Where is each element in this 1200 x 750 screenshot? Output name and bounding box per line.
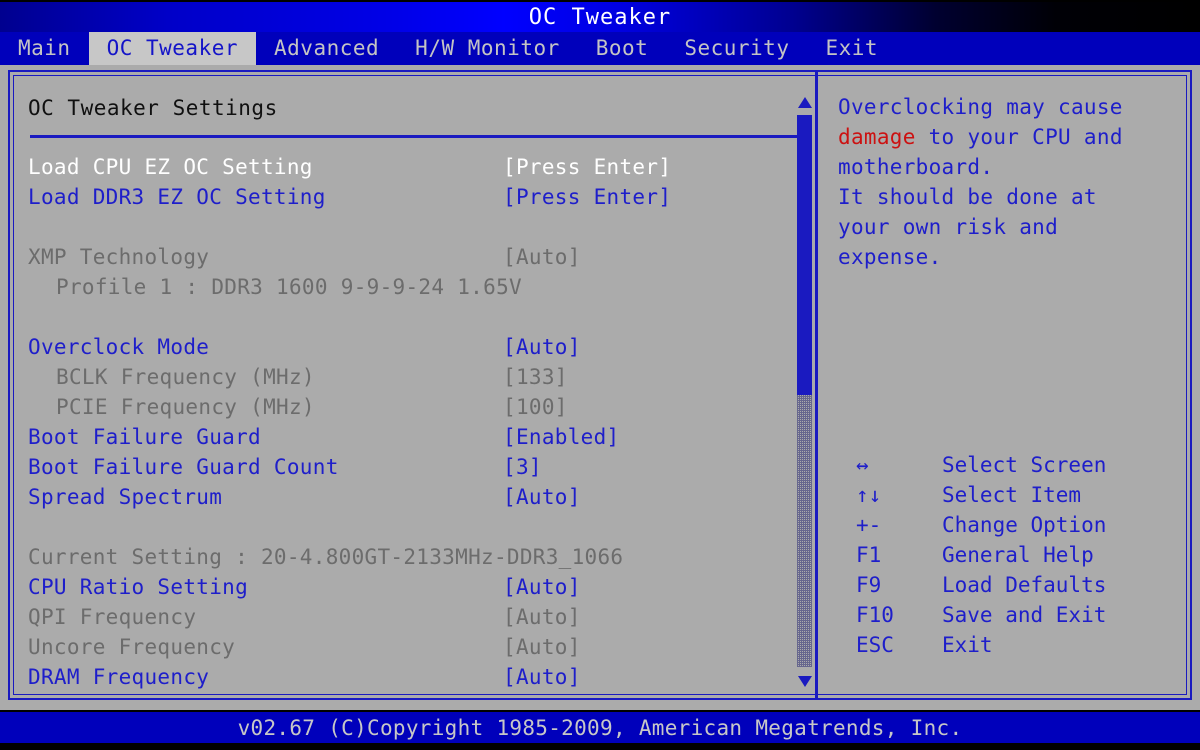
scroll-down-arrow-icon[interactable] (798, 676, 812, 687)
settings-row[interactable]: Uncore Frequency [Auto] (28, 632, 798, 662)
setting-label: DRAM Frequency (28, 665, 210, 689)
menu-bar[interactable]: Main OC Tweaker Advanced H/W Monitor Boot Sec… (0, 32, 1200, 65)
setting-value[interactable]: [Auto] (503, 572, 581, 602)
help-text-part-1: Overclocking may cause (838, 95, 1123, 119)
setting-label: Uncore Frequency (28, 635, 236, 659)
setting-value[interactable]: [Auto] (503, 482, 581, 512)
settings-row[interactable]: PCIE Frequency (MHz) [100] (28, 392, 798, 422)
key-legend-row: ESC Exit (838, 630, 1186, 660)
setting-value[interactable]: [Auto] (503, 632, 581, 662)
vertical-scrollbar[interactable] (797, 91, 813, 691)
settings-row[interactable]: Load CPU EZ OC Setting [Press Enter] (28, 152, 798, 182)
setting-label: Boot Failure Guard Count (28, 455, 339, 479)
key-description: Select Item (942, 483, 1082, 507)
setting-label: Load CPU EZ OC Setting (28, 155, 313, 179)
key-glyph: ESC (856, 633, 894, 657)
key-legend: ↔ Select Screen ↑↓ Select Item +- Change Opti… (838, 450, 1186, 660)
settings-row[interactable]: Spread Spectrum [Auto] (28, 482, 798, 512)
setting-value[interactable]: [Enabled] (503, 422, 620, 452)
key-description: Load Defaults (942, 573, 1107, 597)
setting-label: Load DDR3 EZ OC Setting (28, 185, 326, 209)
setting-value[interactable]: [Auto] (503, 662, 581, 692)
settings-row[interactable]: Boot Failure Guard Count [3] (28, 452, 798, 482)
settings-row[interactable]: BCLK Frequency (MHz) [133] (28, 362, 798, 392)
key-glyph: +- (856, 513, 882, 537)
tab-h-w-monitor[interactable]: H/W Monitor (397, 32, 578, 65)
key-glyph: F9 (856, 573, 882, 597)
key-description: Exit (942, 633, 993, 657)
setting-label: QPI Frequency (28, 605, 197, 629)
settings-row-spacer (28, 512, 798, 542)
tab-exit[interactable]: Exit (807, 32, 896, 65)
key-legend-row: F9 Load Defaults (838, 570, 1186, 600)
settings-row[interactable]: XMP Technology [Auto] (28, 242, 798, 272)
page-title: OC Tweaker Settings (28, 96, 278, 120)
setting-value[interactable]: [Auto] (503, 332, 581, 362)
settings-row[interactable]: Load DDR3 EZ OC Setting [Press Enter] (28, 182, 798, 212)
key-description: Change Option (942, 513, 1107, 537)
settings-pane: OC Tweaker Settings Load CPU EZ OC Setti… (14, 70, 809, 700)
title-separator (30, 135, 798, 138)
pane-divider (815, 70, 818, 700)
settings-row-spacer (28, 302, 798, 332)
setting-value[interactable]: [3] (503, 452, 542, 482)
tab-boot[interactable]: Boot (578, 32, 667, 65)
footer-bar: v02.67 (C)Copyright 1985-2009, American … (0, 712, 1200, 743)
key-legend-row: F1 General Help (838, 540, 1186, 570)
setting-label: Current Setting : 20-4.800GT-2133MHz-DDR… (28, 545, 624, 569)
help-pane: Overclocking may cause damage to your CP… (826, 70, 1186, 700)
setting-value[interactable]: [Press Enter] (503, 182, 671, 212)
help-text: Overclocking may cause damage to your CP… (838, 92, 1186, 272)
title-bar: OC Tweaker (0, 0, 1200, 32)
window-title: OC Tweaker (528, 5, 672, 30)
key-glyph: ↑↓ (856, 483, 882, 507)
settings-row-spacer (28, 212, 798, 242)
key-description: Save and Exit (942, 603, 1107, 627)
body-area: OC Tweaker Settings Load CPU EZ OC Setti… (0, 65, 1200, 710)
settings-row[interactable]: Boot Failure Guard [Enabled] (28, 422, 798, 452)
settings-row[interactable]: Overclock Mode [Auto] (28, 332, 798, 362)
tab-advanced[interactable]: Advanced (256, 32, 397, 65)
key-glyph: F10 (856, 603, 894, 627)
key-description: General Help (942, 543, 1094, 567)
settings-row[interactable]: DRAM Frequency [Auto] (28, 662, 798, 692)
settings-list[interactable]: Load CPU EZ OC Setting [Press Enter] Load … (28, 152, 798, 692)
help-text-warning-word: damage (838, 125, 916, 149)
tab-main[interactable]: Main (0, 32, 89, 65)
settings-row[interactable]: QPI Frequency [Auto] (28, 602, 798, 632)
key-legend-row: F10 Save and Exit (838, 600, 1186, 630)
scroll-up-arrow-icon[interactable] (798, 97, 812, 108)
setting-label: Boot Failure Guard (28, 425, 261, 449)
tab-oc-tweaker[interactable]: OC Tweaker (88, 32, 257, 65)
settings-row[interactable]: CPU Ratio Setting [Auto] (28, 572, 798, 602)
setting-value[interactable]: [Auto] (503, 602, 581, 632)
key-glyph: ↔ (856, 453, 869, 477)
settings-row[interactable]: Current Setting : 20-4.800GT-2133MHz-DDR… (28, 542, 798, 572)
setting-label: Spread Spectrum (28, 485, 223, 509)
copyright-text: v02.67 (C)Copyright 1985-2009, American … (237, 716, 963, 740)
key-legend-row: ↑↓ Select Item (838, 480, 1186, 510)
key-glyph: F1 (856, 543, 882, 567)
key-legend-row: +- Change Option (838, 510, 1186, 540)
key-legend-row: ↔ Select Screen (838, 450, 1186, 480)
settings-row[interactable]: Profile 1 : DDR3 1600 9-9-9-24 1.65V (28, 272, 798, 302)
setting-label: CPU Ratio Setting (28, 575, 249, 599)
setting-value[interactable]: [Press Enter] (503, 152, 671, 182)
bios-screen: OC Tweaker Main OC Tweaker Advanced H/W Mon… (0, 0, 1200, 750)
setting-label: Profile 1 : DDR3 1600 9-9-9-24 1.65V (56, 275, 522, 299)
setting-value[interactable]: [100] (503, 392, 568, 422)
setting-label: XMP Technology (28, 245, 210, 269)
setting-label: PCIE Frequency (MHz) (56, 395, 315, 419)
setting-label: Overclock Mode (28, 335, 210, 359)
setting-value[interactable]: [133] (503, 362, 568, 392)
tab-security[interactable]: Security (666, 32, 807, 65)
scrollbar-thumb[interactable] (797, 115, 812, 395)
setting-label: BCLK Frequency (MHz) (56, 365, 315, 389)
key-description: Select Screen (942, 453, 1107, 477)
setting-value[interactable]: [Auto] (503, 242, 581, 272)
